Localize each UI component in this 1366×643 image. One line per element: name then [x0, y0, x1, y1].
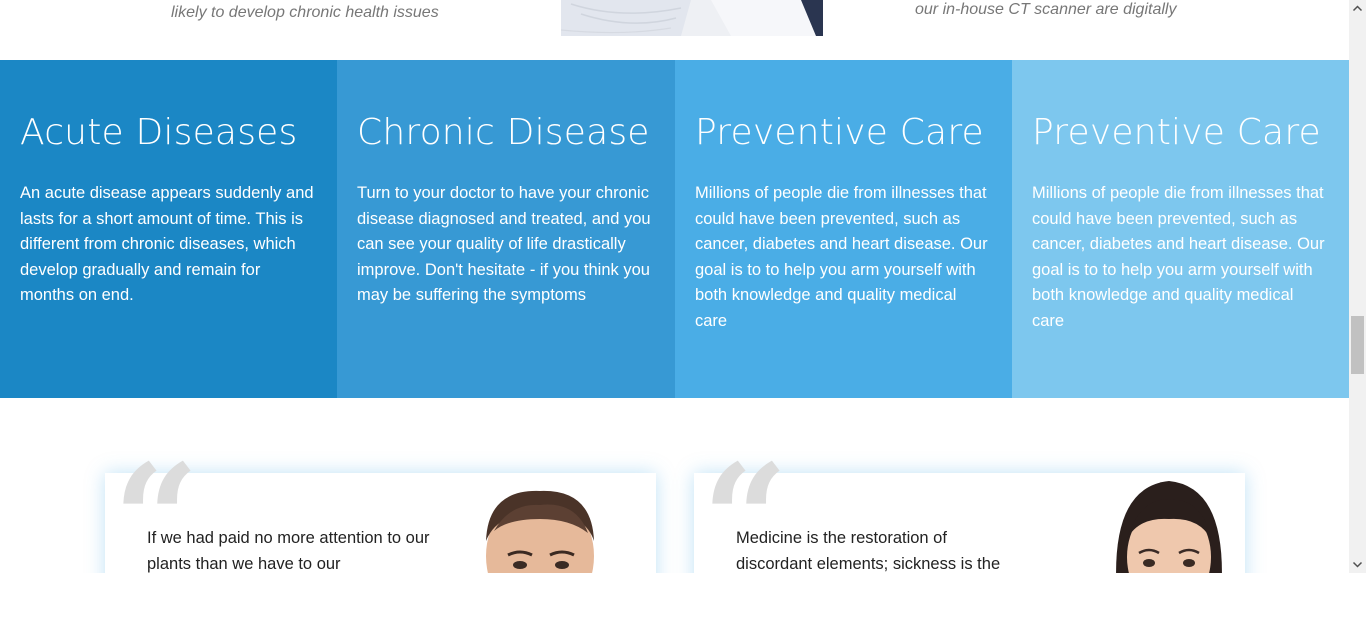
feature-chronic-disease: Chronic Disease Turn to your doctor to h…: [337, 60, 675, 398]
scroll-up-arrow-icon[interactable]: [1349, 0, 1366, 17]
testimonial-quote: If we had paid no more attention to our …: [147, 529, 430, 573]
feature-text: An acute disease appears suddenly and la…: [20, 184, 314, 305]
feature-acute-diseases: Acute Diseases An acute disease appears …: [0, 60, 337, 398]
features-row: Acute Diseases An acute disease appears …: [0, 60, 1349, 398]
top-section: likely to develop chronic health issues …: [0, 0, 1349, 60]
testimonial-card: “ Medicine is the restoration of discord…: [694, 445, 1245, 573]
top-right-caption: our in-house CT scanner are digitally: [915, 1, 1177, 18]
vertical-scrollbar[interactable]: [1349, 0, 1366, 573]
feature-title: Acute Diseases: [20, 112, 298, 153]
top-left-caption: likely to develop chronic health issues: [171, 4, 439, 21]
feature-preventive-care: Preventive Care Millions of people die f…: [675, 60, 1012, 398]
feature-title: Preventive Care: [1032, 112, 1321, 153]
female-avatar: [1109, 477, 1229, 573]
feature-text: Millions of people die from illnesses th…: [695, 184, 988, 330]
scrollbar-thumb[interactable]: [1351, 316, 1364, 374]
feature-preventive-care-2: Preventive Care Millions of people die f…: [1012, 60, 1349, 398]
feature-title: Preventive Care: [695, 112, 984, 153]
page-viewport: likely to develop chronic health issues …: [0, 0, 1349, 573]
feature-title: Chronic Disease: [357, 112, 650, 153]
male-avatar: [480, 481, 600, 573]
doctor-photo: [561, 0, 831, 36]
scroll-down-arrow-icon[interactable]: [1349, 556, 1366, 573]
feature-text: Turn to your doctor to have your chronic…: [357, 184, 651, 305]
testimonial-card: “ If we had paid no more attention to ou…: [105, 445, 656, 573]
testimonial-quote: Medicine is the restoration of discordan…: [736, 529, 1001, 573]
feature-text: Millions of people die from illnesses th…: [1032, 184, 1325, 330]
